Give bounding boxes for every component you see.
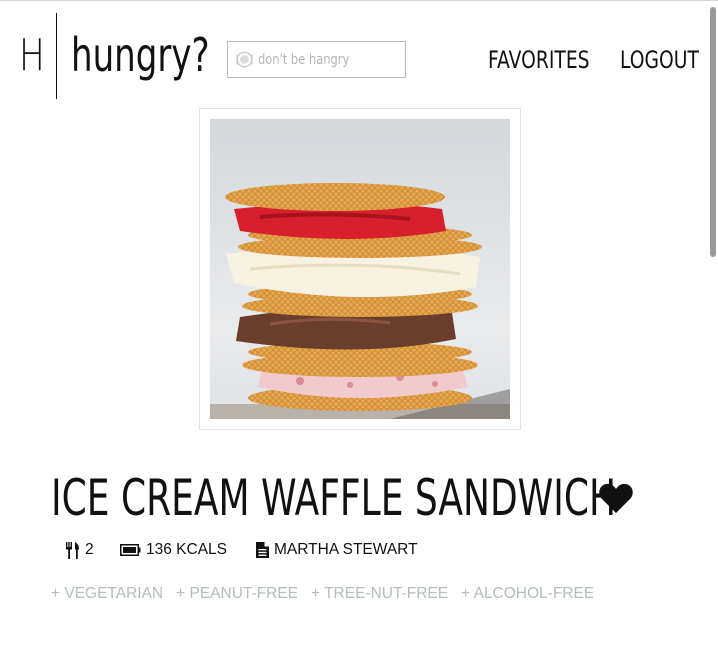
servings-info: 2 xyxy=(65,541,94,559)
tag-alcohol-free[interactable]: + ALCOHOL-FREE xyxy=(461,585,594,603)
tag-peanut-free[interactable]: + PEANUT-FREE xyxy=(176,585,298,603)
nav-favorites-link[interactable]: FAVORITES xyxy=(488,45,590,75)
heart-icon[interactable] xyxy=(598,481,634,515)
author-info: MARTHA STEWART xyxy=(256,541,418,559)
recipe-title: ICE CREAM WAFFLE SANDWICH xyxy=(51,469,617,527)
logo-divider xyxy=(56,13,57,99)
document-icon xyxy=(256,542,269,558)
search-box[interactable] xyxy=(227,41,406,78)
utensils-icon xyxy=(66,541,79,559)
calories-info: 136 KCALS xyxy=(120,541,227,559)
logo-wordmark[interactable]: hungry? xyxy=(71,29,210,81)
logo-letter[interactable]: H xyxy=(19,31,45,81)
health-tags: + VEGETARIAN + PEANUT-FREE + TREE-NUT-FR… xyxy=(51,585,607,603)
calories-value: 136 KCALS xyxy=(146,541,227,558)
servings-count: 2 xyxy=(85,541,94,558)
nav-logout-link[interactable]: LOGOUT xyxy=(620,45,699,75)
recipe-image xyxy=(210,119,510,419)
search-input[interactable] xyxy=(258,51,373,68)
author-name: MARTHA STEWART xyxy=(274,541,418,558)
battery-icon xyxy=(120,544,141,556)
scrollbar-thumb[interactable] xyxy=(710,7,716,257)
plate-icon xyxy=(236,51,253,68)
recipe-image-frame xyxy=(199,108,521,430)
tag-tree-nut-free[interactable]: + TREE-NUT-FREE xyxy=(311,585,448,603)
tag-vegetarian[interactable]: + VEGETARIAN xyxy=(51,585,163,603)
